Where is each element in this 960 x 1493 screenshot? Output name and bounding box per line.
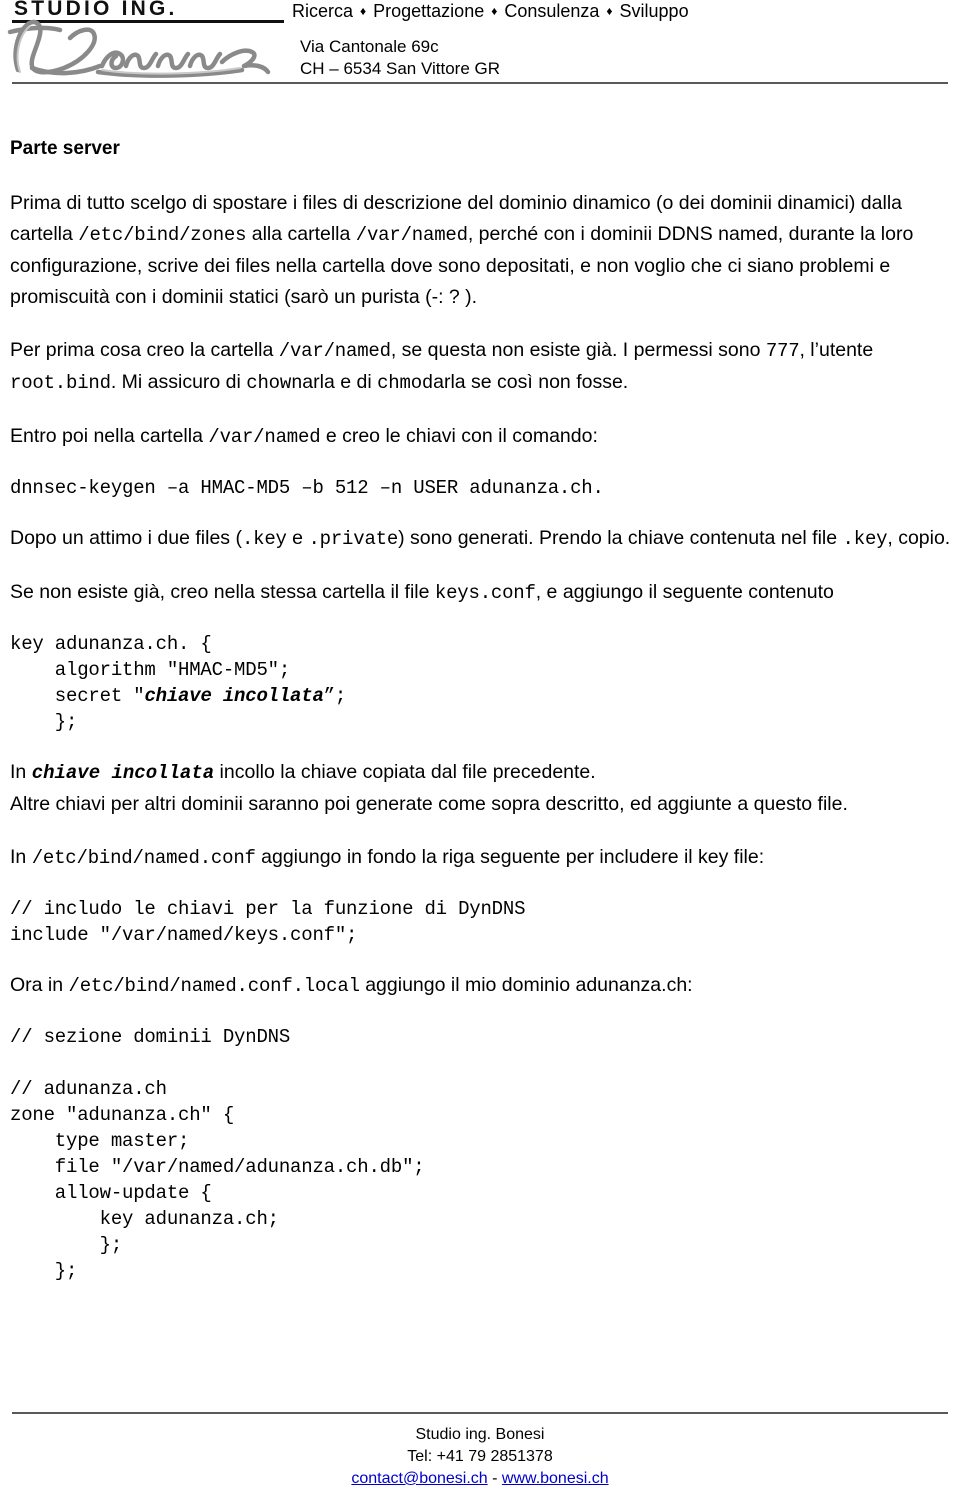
code-line: file "/var/named/adunanza.ch.db"; xyxy=(10,1156,425,1178)
inline-code-private-ext: .private xyxy=(308,528,399,550)
inline-code-named-conf: /etc/bind/named.conf xyxy=(31,847,256,869)
text-run: e creo le chiavi con il comando: xyxy=(320,425,598,447)
code-line: zone "adunanza.ch" { xyxy=(10,1104,235,1126)
inline-code-var-named: /var/named xyxy=(355,224,468,246)
inline-code-key-ext: .key xyxy=(241,528,287,550)
paragraph-named-conf: In /etc/bind/named.conf aggiungo in fond… xyxy=(10,842,954,874)
code-line-suffix: ”; xyxy=(323,685,347,707)
text-run: incollo la chiave copiata dal file prece… xyxy=(214,761,596,783)
code-line: type master; xyxy=(10,1130,190,1152)
footer-links-line: contact@bonesi.ch - www.bonesi.ch xyxy=(0,1468,960,1490)
paragraph-enter-folder: Entro poi nella cartella /var/named e cr… xyxy=(10,421,954,453)
code-line: key adunanza.ch; xyxy=(10,1208,279,1230)
code-block-named-conf-include: // includo le chiavi per la funzione di … xyxy=(10,896,954,948)
paragraph-named-conf-local: Ora in /etc/bind/named.conf.local aggiun… xyxy=(10,970,954,1002)
code-placeholder-chiave-incollata: chiave incollata xyxy=(144,685,324,707)
bullet-diamond-icon-0: ♦ xyxy=(360,4,367,18)
footer-company-name: Studio ing. Bonesi xyxy=(415,1426,545,1443)
code-line: key adunanza.ch. { xyxy=(10,633,212,655)
page-header: STUDIO ING. Ricerca ♦ Progettazione ♦ Consul… xyxy=(0,0,960,90)
text-run: In xyxy=(10,761,32,783)
code-line: // includo le chiavi per la funzione di … xyxy=(10,898,526,920)
text-run: , se questa non esiste già. I permessi s… xyxy=(390,339,766,361)
brand-wordmark: STUDIO ING. xyxy=(14,0,178,20)
section-heading: Parte server xyxy=(10,138,120,159)
text-run: , l’utente xyxy=(799,339,874,361)
code-line: }; xyxy=(10,711,78,733)
text-run: Ora in xyxy=(10,974,69,996)
header-address: Via Cantonale 69c CH – 6534 San Vittore … xyxy=(300,36,500,80)
text-run: arla se così non fosse. xyxy=(433,371,629,393)
inline-code-var-named: /var/named xyxy=(278,340,391,362)
inline-code-keys-conf: keys.conf xyxy=(434,582,536,604)
code-line: // sezione dominii DynDNS xyxy=(10,1026,291,1048)
inline-code-chiave-incollata: chiave incollata xyxy=(31,762,215,784)
code-line: }; xyxy=(10,1260,78,1282)
paragraph-intro: Prima di tutto scelgo di spostare i file… xyxy=(10,188,954,313)
signature-logo xyxy=(2,18,287,82)
text-run: . Mi assicuro di xyxy=(110,371,247,393)
footer-link-separator: - xyxy=(487,1470,502,1487)
code-line: allow-update { xyxy=(10,1182,212,1204)
service-item-0: Ricerca xyxy=(292,1,354,21)
inline-code-var-named: /var/named xyxy=(208,426,321,448)
text-run: alla cartella xyxy=(246,223,356,245)
inline-code-named-conf-local: /etc/bind/named.conf.local xyxy=(68,975,360,997)
paragraph-generated-files: Dopo un attimo i due files (.key e .priv… xyxy=(10,523,954,555)
footer-website-link[interactable]: www.bonesi.ch xyxy=(502,1470,609,1487)
address-line-2: CH – 6534 San Vittore GR xyxy=(300,59,501,78)
code-block-keys-conf: key adunanza.ch. { algorithm "HMAC-MD5";… xyxy=(10,631,954,735)
text-run: Entro poi nella cartella xyxy=(10,425,209,447)
inline-code-key-ext: .key xyxy=(842,528,888,550)
code-line: algorithm "HMAC-MD5"; xyxy=(10,659,291,681)
inline-code-chown: chown xyxy=(246,372,303,394)
text-run: e xyxy=(286,527,309,549)
bullet-diamond-icon-1: ♦ xyxy=(491,4,498,18)
text-run: aggiungo il mio dominio adunanza.ch: xyxy=(359,974,693,996)
paragraph-paste-key: In chiave incollata incollo la chiave co… xyxy=(10,757,954,789)
header-divider xyxy=(12,82,948,84)
footer-email-link[interactable]: contact@bonesi.ch xyxy=(351,1470,487,1487)
code-line: include "/var/named/keys.conf"; xyxy=(10,924,358,946)
inline-code-etc-bind-zones: /etc/bind/zones xyxy=(78,224,247,246)
footer-divider xyxy=(12,1412,948,1414)
footer-contact-block: Studio ing. Bonesi Tel: +41 79 2851378 c… xyxy=(0,1424,960,1490)
document-body: Parte server Prima di tutto scelgo di sp… xyxy=(10,136,954,1306)
code-line: // adunanza.ch xyxy=(10,1078,167,1100)
service-item-1: Progettazione xyxy=(373,1,485,21)
text-run: Per prima cosa creo la cartella xyxy=(10,339,279,361)
footer-phone: Tel: +41 79 2851378 xyxy=(407,1448,553,1465)
bullet-diamond-icon-2: ♦ xyxy=(606,4,613,18)
inline-code-permissions: 777 xyxy=(765,340,800,362)
service-item-3: Sviluppo xyxy=(619,1,689,21)
code-line-prefix: secret " xyxy=(10,685,145,707)
text-run: arla e di xyxy=(302,371,378,393)
paragraph-create-folder: Per prima cosa creo la cartella /var/nam… xyxy=(10,335,954,399)
signature-logo-icon xyxy=(7,19,271,78)
text-run: , copio. xyxy=(887,527,951,549)
paragraph-keys-conf: Se non esiste già, creo nella stessa car… xyxy=(10,577,954,609)
inline-code-root-bind: root.bind xyxy=(10,372,111,394)
text-run: , e aggiungo il seguente contenuto xyxy=(535,581,834,603)
text-run: ) sono generati. Prendo la chiave conten… xyxy=(398,527,843,549)
text-run: Dopo un attimo i due files ( xyxy=(10,527,242,549)
code-line: }; xyxy=(10,1234,123,1256)
document-page: STUDIO ING. Ricerca ♦ Progettazione ♦ Consul… xyxy=(0,0,960,1493)
services-tagline: Ricerca ♦ Progettazione ♦ Consulenza ♦ Svilupp… xyxy=(292,1,689,22)
paragraph-other-keys: Altre chiavi per altri dominii saranno p… xyxy=(10,793,848,815)
code-block-keygen-command: dnnsec-keygen –a HMAC-MD5 –b 512 –n USER… xyxy=(10,477,604,499)
address-line-1: Via Cantonale 69c xyxy=(300,37,439,56)
inline-code-chmod: chmod xyxy=(377,372,434,394)
code-block-zone-definition: // sezione dominii DynDNS // adunanza.ch… xyxy=(10,1024,954,1284)
text-run: Se non esiste già, creo nella stessa car… xyxy=(10,581,435,603)
service-item-2: Consulenza xyxy=(504,1,600,21)
text-run: In xyxy=(10,846,32,868)
text-run: aggiungo in fondo la riga seguente per i… xyxy=(255,846,765,868)
